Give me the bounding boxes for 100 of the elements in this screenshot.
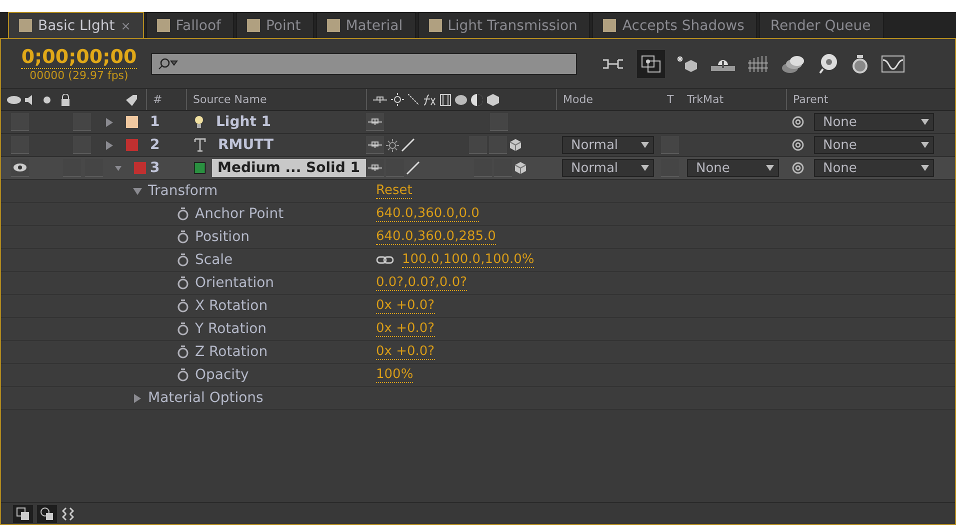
label-color-swatch[interactable] [126,139,138,151]
stopwatch-icon[interactable] [177,368,189,382]
quality-slash-icon[interactable] [406,161,420,175]
mode-dropdown[interactable]: Normal [562,159,654,177]
panel-tab[interactable]: Accepts Shadows [592,12,758,38]
layer-row[interactable]: 3 Medium ... Solid 1 Normal None None [1,157,955,180]
eye-icon[interactable] [13,163,27,172]
chain-link-icon[interactable] [376,255,394,265]
solo-dot-icon [43,96,51,104]
comp-swatch-icon [19,19,32,32]
stopwatch-icon[interactable] [177,253,189,267]
property-value[interactable]: 0x +0.0? [376,298,435,314]
speaker-icon [25,94,33,104]
shy-switch[interactable] [366,136,384,154]
layer-name[interactable]: Light 1 [210,113,278,131]
preserve-transparency-switch[interactable] [661,136,679,154]
search-field[interactable] [151,52,577,74]
close-icon[interactable]: × [120,18,131,32]
property-value[interactable]: 640.0,360.0,0.0 [376,206,480,222]
column-header: TrkMat [687,93,724,106]
lock-switch[interactable] [73,136,91,154]
comp-swatch-icon [246,19,260,32]
panel-tab[interactable]: Light Transmission [418,12,590,38]
collapse-switch-icon[interactable] [386,138,399,152]
shy-switch[interactable] [366,113,384,131]
layer-row[interactable]: 1 Light 1 None [1,111,955,134]
parent-dropdown[interactable]: None [814,113,934,131]
quality-slash-icon[interactable] [401,138,415,152]
transfer-controls-button[interactable] [37,504,57,522]
caret-icon [921,165,929,171]
collapse-triangle-icon[interactable] [115,164,122,172]
adjustment-switch[interactable] [469,136,487,154]
comp-swatch-icon [428,19,442,32]
video-switch[interactable] [11,113,29,131]
mode-dropdown[interactable]: Normal [562,136,654,154]
column-header: Parent [793,93,828,106]
frame-blending-icon[interactable] [747,54,769,72]
timecode[interactable]: 0;00;00;00 [21,46,137,68]
parent-dropdown[interactable]: None [814,159,934,177]
layer-number: 3 [149,160,160,176]
label-color-swatch[interactable] [134,162,146,174]
3d-cube-icon[interactable] [509,138,522,152]
flowchart-icon[interactable] [601,56,625,70]
expand-triangle-icon[interactable] [105,140,114,150]
collapse-triangle-icon[interactable] [133,186,142,196]
property-name: Y Rotation [195,321,267,337]
column-header[interactable]: Source Name [193,93,267,106]
video-switch[interactable] [11,136,29,154]
property-value[interactable]: 0.0?,0.0?,0.0? [376,275,467,291]
reset-link[interactable]: Reset [376,183,412,199]
graph-editor-icon[interactable] [881,54,905,72]
layer-switches-button[interactable] [13,504,33,522]
stopwatch-icon[interactable] [177,345,189,359]
property-value[interactable]: 640.0,360.0,285.0 [376,229,496,245]
lock-switch[interactable] [73,113,91,131]
panel-tab[interactable]: Render Queue [759,12,884,38]
column-header: # [153,93,162,106]
stopwatch-icon[interactable] [177,322,189,336]
motion-blur-switch[interactable] [489,136,507,154]
property-value[interactable]: 0x +0.0? [376,344,435,360]
sparkle-cube-icon[interactable] [677,54,699,72]
pick-whip-icon[interactable] [792,116,804,128]
stopwatch-icon[interactable] [177,230,189,244]
shy-switch-icon[interactable] [368,140,382,148]
expand-triangle-icon[interactable] [133,394,142,402]
braces-icon[interactable] [61,506,75,520]
stopwatch-icon[interactable] [177,276,189,290]
panel-tab[interactable]: Point [236,12,314,38]
property-name: Position [195,229,250,245]
property-name: Z Rotation [195,344,268,360]
stacked-layers-icon [16,506,30,520]
motion-blur-icon[interactable] [781,54,805,74]
stopwatch-icon[interactable] [851,54,869,74]
layer-name[interactable]: RMUTT [212,136,280,154]
stopwatch-icon[interactable] [177,299,189,313]
shy-icon [373,96,387,104]
layer-row[interactable]: 2 RMUTT Normal None [1,134,955,157]
stacked-frames-icon [641,54,661,72]
panel-tab[interactable]: Material [316,12,416,38]
expand-triangle-icon[interactable] [105,118,114,126]
label-color-swatch[interactable] [126,116,138,128]
draft-3d-button[interactable] [637,50,665,78]
layer-name[interactable]: Medium ... Solid 1 [212,159,366,177]
panel-tab[interactable]: Falloof [146,12,234,38]
pick-whip-icon[interactable] [792,162,804,174]
parent-dropdown[interactable]: None [814,136,934,154]
panel-tab[interactable]: Basic LIght × [8,12,144,38]
3d-cube-icon[interactable] [514,161,527,175]
trkmat-dropdown[interactable]: None [687,159,779,177]
property-name: Anchor Point [195,206,284,222]
shy-switch-icon[interactable] [368,164,382,172]
frame-count: 00000 (29.97 fps) [30,68,128,82]
pick-whip-icon[interactable] [792,139,804,151]
motion-blur-switch[interactable] [490,113,508,131]
property-value[interactable]: 100% [376,367,414,383]
shy-switch-icon[interactable] [368,118,382,126]
property-value[interactable]: 0x +0.0? [376,321,435,337]
property-value[interactable]: 100.0,100.0,100.0% [402,252,534,268]
stopwatch-icon[interactable] [177,207,189,221]
cube-icon [487,94,499,106]
